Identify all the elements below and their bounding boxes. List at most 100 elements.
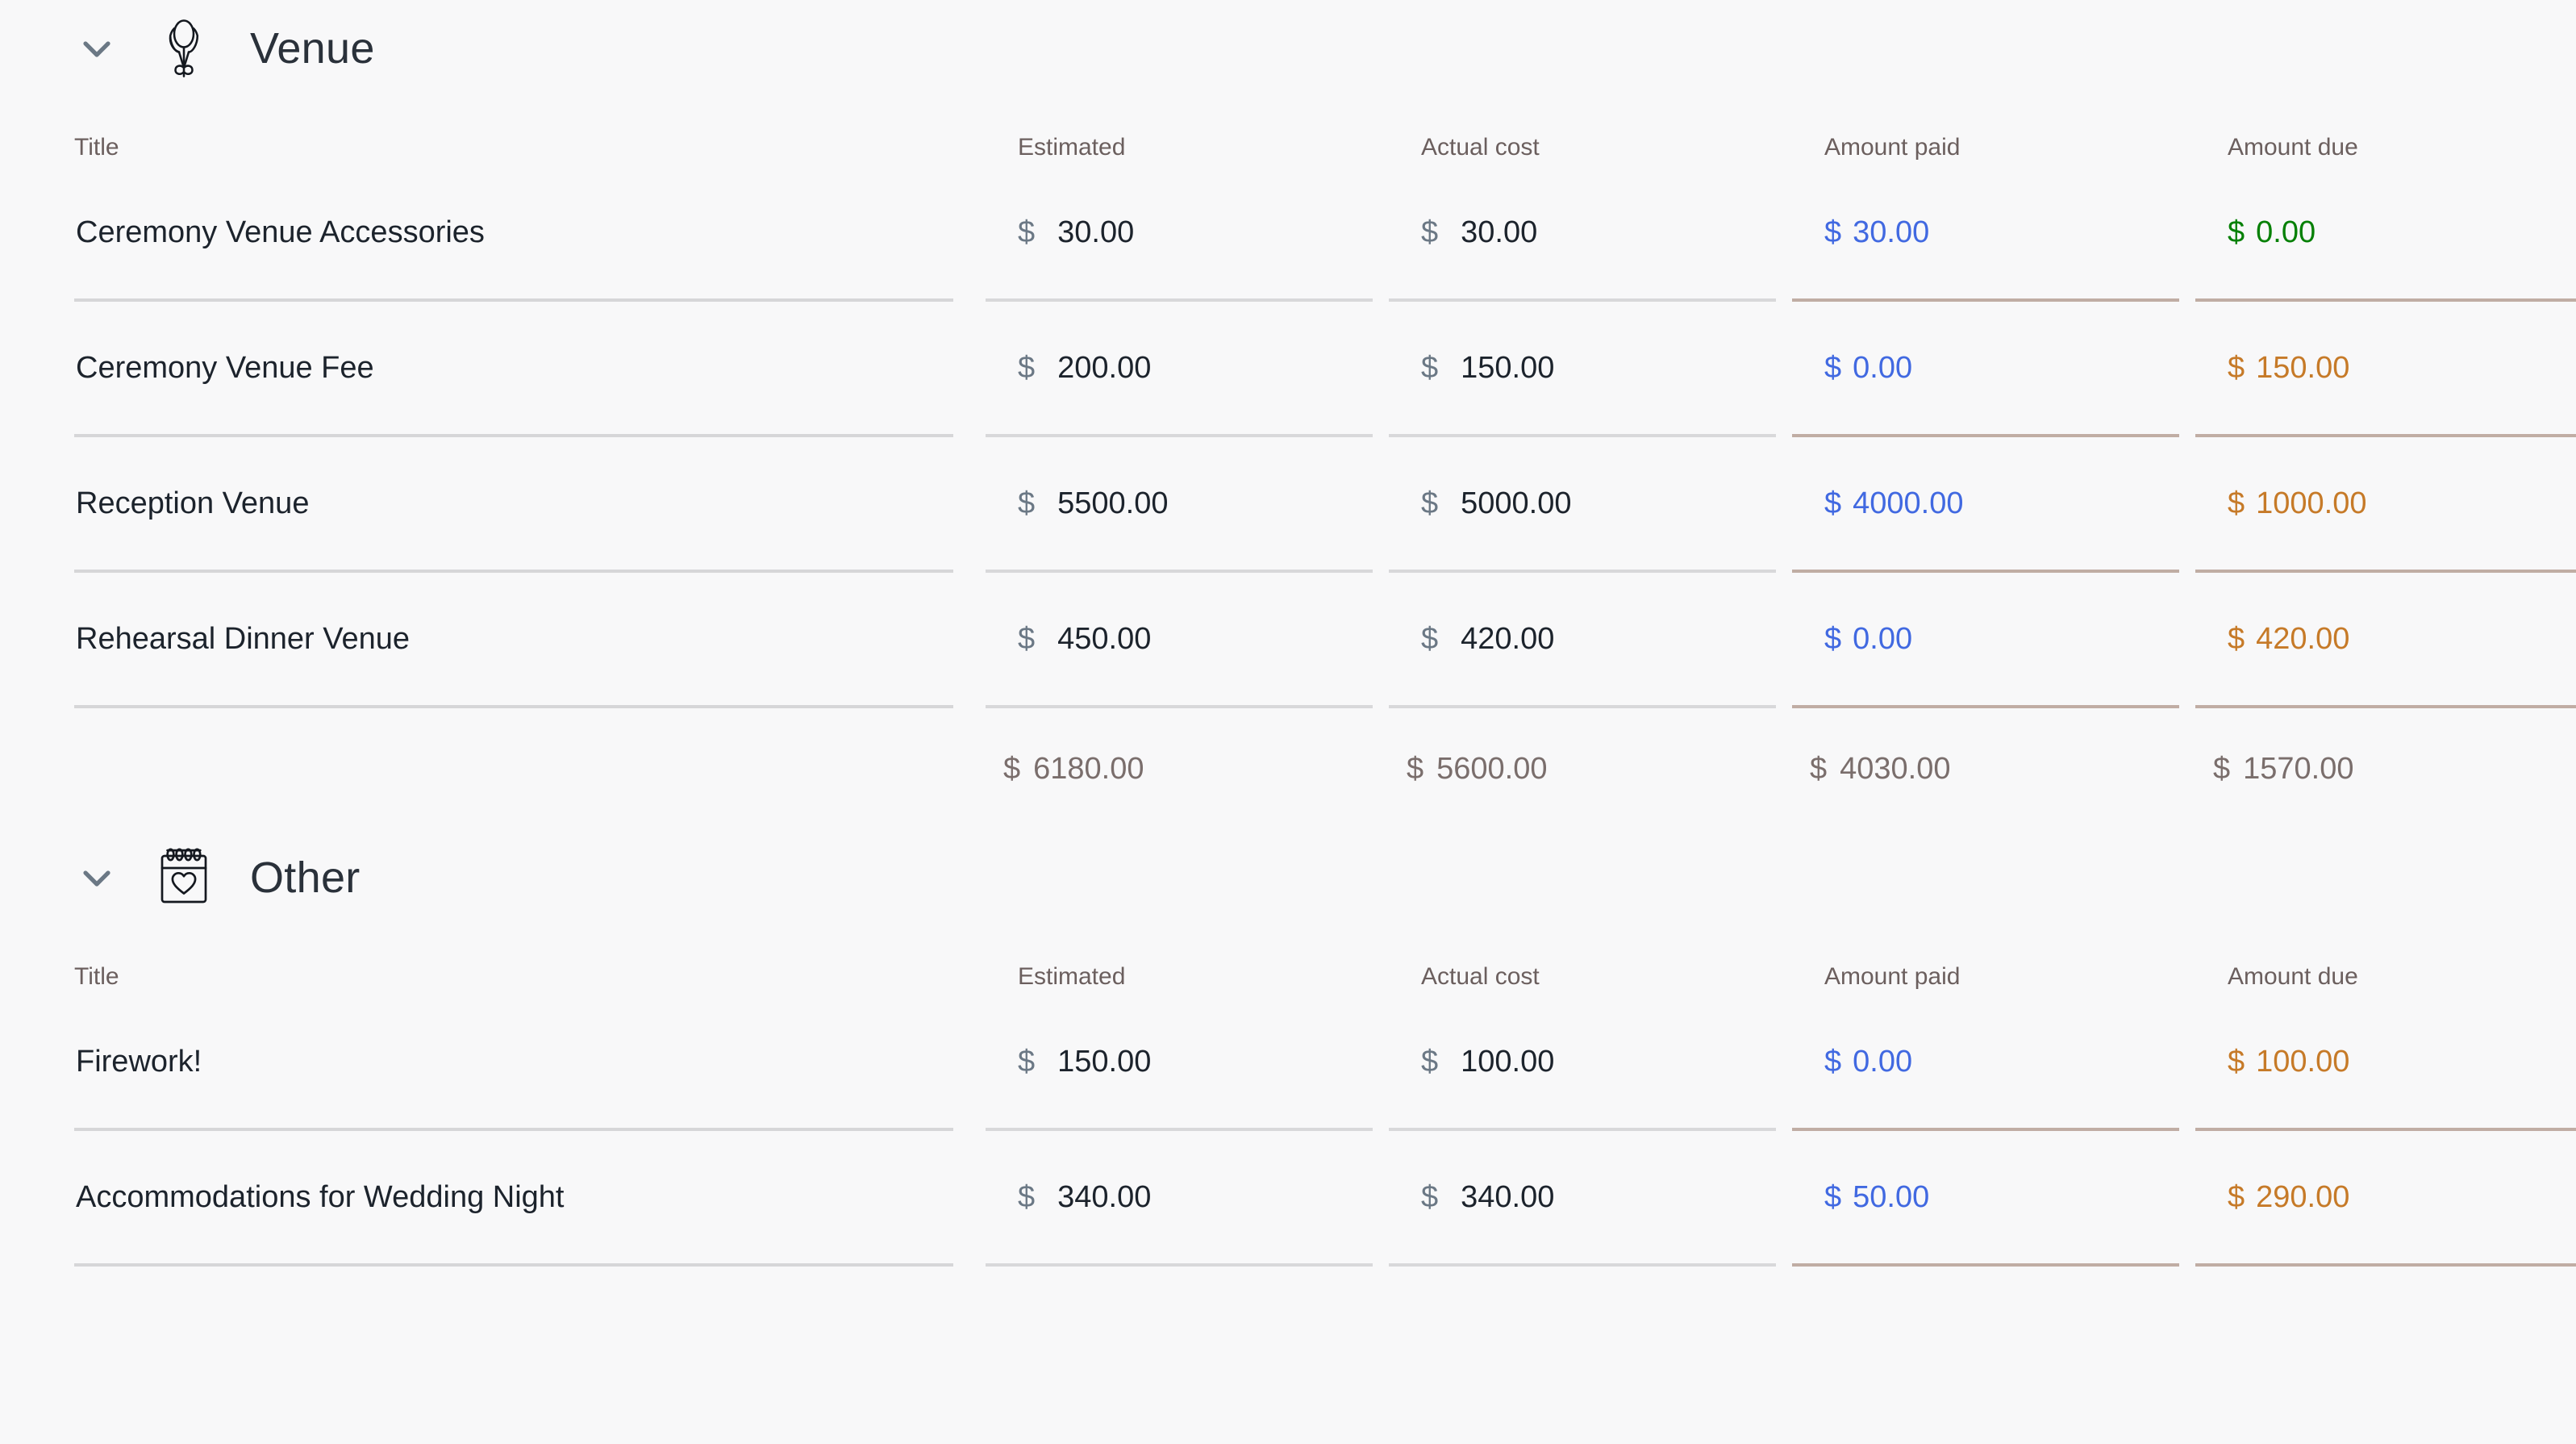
cell-amount-paid[interactable]: $50.00 [1792, 1131, 2179, 1267]
column-header-amount-due: Amount due [2228, 963, 2358, 990]
cell-estimated[interactable]: $30.00 [986, 166, 1373, 302]
row-title-cell[interactable]: Reception Venue [74, 437, 953, 573]
cell-estimated[interactable]: $5500.00 [986, 437, 1373, 573]
table-row[interactable]: Rehearsal Dinner Venue $450.00 $420.00 $0.0… [74, 573, 2576, 708]
row-title: Ceremony Venue Fee [76, 350, 374, 385]
row-title: Accommodations for Wedding Night [76, 1179, 565, 1214]
table-row[interactable]: Ceremony Venue Fee $200.00 $150.00 $0.00 $15… [74, 302, 2576, 437]
cell-amount-due[interactable]: $150.00 [2195, 302, 2576, 437]
table-row[interactable]: Reception Venue $5500.00 $5000.00 $4000.00 $… [74, 437, 2576, 573]
cell-amount-due-value: 420.00 [2256, 621, 2350, 656]
column-header-amount-due: Amount due [2228, 134, 2358, 161]
cell-actual-cost[interactable]: $100.00 [1389, 995, 1776, 1131]
cell-amount-due-value: 150.00 [2256, 350, 2350, 385]
total-amount-due: $1570.00 [2195, 708, 2576, 829]
cell-amount-paid[interactable]: $0.00 [1792, 995, 2179, 1131]
column-header-title: Title [74, 134, 119, 161]
currency-symbol: $ [1018, 350, 1036, 385]
row-title-cell[interactable]: Firework! [74, 995, 953, 1131]
row-title: Firework! [76, 1044, 202, 1079]
total-estimated: $6180.00 [986, 708, 1373, 829]
cell-amount-paid-value: 30.00 [1853, 215, 1930, 249]
table-row[interactable]: Firework! $150.00 $100.00 $0.00 $100.00 [74, 995, 2576, 1131]
column-header-estimated: Estimated [1018, 963, 1126, 990]
budget-table-venue: Title Estimated Actual cost Amount paid Amou… [0, 97, 2576, 829]
row-title: Ceremony Venue Accessories [76, 215, 485, 249]
cell-amount-due[interactable]: $290.00 [2195, 1131, 2576, 1267]
cell-estimated[interactable]: $340.00 [986, 1131, 1373, 1267]
column-header-estimated: Estimated [1018, 134, 1126, 161]
cell-actual-cost[interactable]: $150.00 [1389, 302, 1776, 437]
balloons-icon [142, 6, 226, 90]
total-amount-paid: $4030.00 [1792, 708, 2179, 829]
table-header-row: Title Estimated Actual cost Amount paid Amou… [74, 97, 2511, 166]
row-title-cell[interactable]: Ceremony Venue Fee [74, 302, 953, 437]
currency-symbol: $ [1421, 1179, 1439, 1214]
cell-amount-paid-value: 50.00 [1853, 1179, 1930, 1214]
currency-symbol: $ [2228, 1044, 2245, 1079]
currency-symbol: $ [1421, 486, 1439, 520]
currency-symbol: $ [1018, 621, 1036, 656]
cell-amount-paid-value: 0.00 [1853, 1044, 1913, 1079]
total-amount-due-value: 1570.00 [2243, 751, 2354, 786]
currency-symbol: $ [1018, 1179, 1036, 1214]
cell-actual-cost-value: 340.00 [1461, 1179, 1555, 1214]
cell-actual-cost-value: 30.00 [1461, 215, 1538, 249]
cell-estimated-value: 5500.00 [1057, 486, 1169, 520]
cell-actual-cost[interactable]: $420.00 [1389, 573, 1776, 708]
section-title: Venue [250, 24, 375, 73]
currency-symbol: $ [1018, 1044, 1036, 1079]
cell-estimated[interactable]: $150.00 [986, 995, 1373, 1131]
column-header-actual-cost: Actual cost [1421, 963, 1540, 990]
currency-symbol: $ [2213, 751, 2231, 786]
currency-symbol: $ [1018, 215, 1036, 249]
cell-amount-paid-value: 0.00 [1853, 621, 1913, 656]
cell-estimated-value: 450.00 [1057, 621, 1152, 656]
cell-estimated[interactable]: $450.00 [986, 573, 1373, 708]
column-header-title: Title [74, 963, 119, 990]
cell-amount-due[interactable]: $1000.00 [2195, 437, 2576, 573]
row-title-cell[interactable]: Accommodations for Wedding Night [74, 1131, 953, 1267]
cell-amount-paid[interactable]: $30.00 [1792, 166, 2179, 302]
cell-amount-paid[interactable]: $4000.00 [1792, 437, 2179, 573]
calendar-heart-icon [142, 836, 226, 920]
chevron-down-icon[interactable] [74, 26, 119, 71]
cell-amount-due[interactable]: $0.00 [2195, 166, 2576, 302]
cell-actual-cost[interactable]: $30.00 [1389, 166, 1776, 302]
table-totals-row: $6180.00 $5600.00 $4030.00 $1570.00 [74, 708, 2511, 829]
cell-actual-cost-value: 420.00 [1461, 621, 1555, 656]
total-actual-cost: $5600.00 [1389, 708, 1776, 829]
cell-amount-paid-value: 4000.00 [1853, 486, 1964, 520]
currency-symbol: $ [1810, 751, 1828, 786]
chevron-down-icon[interactable] [74, 855, 119, 900]
currency-symbol: $ [1824, 1179, 1842, 1214]
cell-estimated[interactable]: $200.00 [986, 302, 1373, 437]
section-header-other[interactable]: Other [0, 829, 2576, 926]
cell-amount-due-value: 1000.00 [2256, 486, 2367, 520]
currency-symbol: $ [1824, 1044, 1842, 1079]
cell-amount-paid[interactable]: $0.00 [1792, 302, 2179, 437]
currency-symbol: $ [2228, 1179, 2245, 1214]
currency-symbol: $ [1018, 486, 1036, 520]
cell-amount-due-value: 100.00 [2256, 1044, 2350, 1079]
currency-symbol: $ [2228, 350, 2245, 385]
section-title: Other [250, 853, 361, 902]
cell-amount-due[interactable]: $420.00 [2195, 573, 2576, 708]
currency-symbol: $ [2228, 486, 2245, 520]
row-title-cell[interactable]: Ceremony Venue Accessories [74, 166, 953, 302]
cell-amount-paid[interactable]: $0.00 [1792, 573, 2179, 708]
section-header-venue[interactable]: Venue [0, 0, 2576, 97]
cell-actual-cost[interactable]: $5000.00 [1389, 437, 1776, 573]
table-row[interactable]: Ceremony Venue Accessories $30.00 $30.00 $3… [74, 166, 2576, 302]
cell-actual-cost-value: 100.00 [1461, 1044, 1555, 1079]
currency-symbol: $ [1824, 350, 1842, 385]
budget-page: Venue Title Estimated Actual cost Amount pai… [0, 0, 2576, 1444]
sections-container: Venue Title Estimated Actual cost Amount pai… [0, 0, 2576, 1267]
cell-estimated-value: 150.00 [1057, 1044, 1152, 1079]
cell-amount-due[interactable]: $100.00 [2195, 995, 2576, 1131]
currency-symbol: $ [1421, 350, 1439, 385]
row-title-cell[interactable]: Rehearsal Dinner Venue [74, 573, 953, 708]
table-row[interactable]: Accommodations for Wedding Night $340.00 $… [74, 1131, 2576, 1267]
cell-actual-cost[interactable]: $340.00 [1389, 1131, 1776, 1267]
currency-symbol: $ [1421, 1044, 1439, 1079]
